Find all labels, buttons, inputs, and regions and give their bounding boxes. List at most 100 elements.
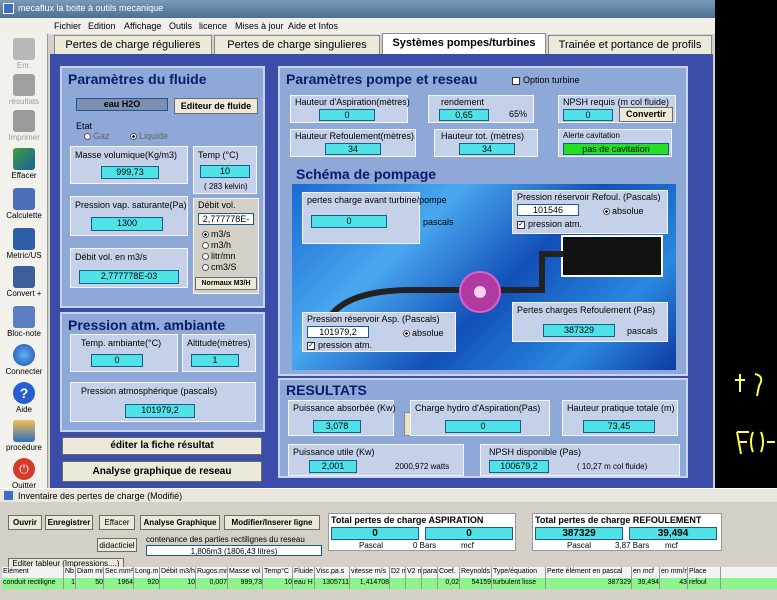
tool-aide[interactable]: ? Aide: [2, 382, 46, 414]
tool-calculette[interactable]: Calculette: [2, 188, 46, 220]
table-cell[interactable]: 39,494: [632, 578, 660, 589]
column-header[interactable]: Diam mm: [76, 567, 104, 578]
table-cell[interactable]: [406, 578, 422, 589]
liquide-radio[interactable]: Liquide: [130, 131, 168, 141]
table-row[interactable]: conduit rectiligne 1 50 1964 920 10 0,007 999,7…: [2, 578, 777, 589]
p-ref-value[interactable]: 101546: [517, 204, 579, 216]
pvap-value[interactable]: 1300: [91, 217, 163, 231]
altitude-value[interactable]: 1: [191, 354, 239, 367]
tool-print[interactable]: Imprimer: [2, 110, 46, 142]
option-turbine-checkbox[interactable]: Option turbine: [512, 75, 580, 85]
column-header[interactable]: Elément: [2, 567, 64, 578]
table-cell[interactable]: 10: [160, 578, 196, 589]
column-header[interactable]: en mcf: [632, 567, 660, 578]
table-cell[interactable]: 999,73: [228, 578, 263, 589]
convertir-button[interactable]: Convertir: [619, 107, 673, 122]
table-cell[interactable]: [390, 578, 406, 589]
column-header[interactable]: en mm/m: [660, 567, 688, 578]
table-cell[interactable]: 54159: [460, 578, 492, 589]
table-cell[interactable]: turbulent lisse: [492, 578, 546, 589]
column-header[interactable]: Masse vol: [228, 567, 263, 578]
didacticiel-button[interactable]: didacticiel: [97, 538, 137, 552]
column-header[interactable]: vitesse m/s: [350, 567, 390, 578]
tab-trainee-portance[interactable]: Trainée et portance de profils: [548, 35, 712, 54]
menu-fichier[interactable]: Fichier: [54, 21, 81, 31]
table-cell[interactable]: refoul: [688, 578, 721, 589]
p-asp-atm-checkbox[interactable]: ✓ pression atm.: [307, 340, 372, 350]
editeur-fluide-button[interactable]: Editeur de fluide: [174, 98, 258, 114]
column-header[interactable]: Nb: [64, 567, 76, 578]
analyse-graphique-inv-button[interactable]: Analyse Graphique: [140, 515, 220, 530]
p-ref-absolue[interactable]: absolue: [603, 206, 644, 216]
table-cell[interactable]: [422, 578, 438, 589]
column-header[interactable]: Coef.: [438, 567, 460, 578]
npsh-value[interactable]: 0: [563, 109, 613, 121]
gaz-radio[interactable]: Gaz: [84, 131, 110, 141]
column-header[interactable]: D2 m: [390, 567, 406, 578]
rendement-value[interactable]: 0,65: [439, 109, 489, 121]
column-header[interactable]: Place: [688, 567, 721, 578]
table-cell[interactable]: 1: [64, 578, 76, 589]
table-cell[interactable]: 1,414708: [350, 578, 390, 589]
tool-effacer[interactable]: Effacer: [2, 148, 46, 180]
table-cell[interactable]: 10: [263, 578, 293, 589]
column-header[interactable]: Visc.pa.s: [315, 567, 350, 578]
enregistrer-button[interactable]: Enregistrer: [45, 515, 93, 530]
menu-outils[interactable]: Outils: [169, 21, 192, 31]
unit-m3s[interactable]: m3/s: [202, 229, 231, 239]
p-asp-absolue[interactable]: absolue: [403, 328, 444, 338]
modifier-inserer-button[interactable]: Modifier/Inserer ligne: [224, 515, 320, 530]
column-header[interactable]: Rugos.mm: [196, 567, 228, 578]
tool-convert[interactable]: Convert +: [2, 266, 46, 298]
column-header[interactable]: Reynolds: [460, 567, 492, 578]
tool-metric-us[interactable]: Metric/US: [2, 228, 46, 260]
column-header[interactable]: para: [422, 567, 438, 578]
menu-mises-a-jour[interactable]: Mises à jour: [235, 21, 284, 31]
table-cell[interactable]: 50: [76, 578, 104, 589]
tool-procedure[interactable]: procédure: [2, 420, 46, 452]
unit-litrmn[interactable]: litr/mn: [202, 251, 236, 261]
h-asp-value[interactable]: 0: [319, 109, 375, 121]
column-header[interactable]: Type/équation: [492, 567, 546, 578]
tool-bloc-note[interactable]: Bloc-note: [2, 306, 46, 338]
effacer-button[interactable]: Effacer: [99, 515, 135, 530]
table-cell[interactable]: eau H: [293, 578, 315, 589]
column-header[interactable]: Débit m3/h: [160, 567, 196, 578]
tab-pertes-singulieres[interactable]: Pertes de charge singulieres: [214, 35, 380, 54]
tab-systemes-pompes[interactable]: Systèmes pompes/turbines: [382, 33, 546, 54]
table-cell[interactable]: 0,007: [196, 578, 228, 589]
normaux-button[interactable]: Normaux M3/H: [195, 277, 257, 290]
table-cell[interactable]: 0,02: [438, 578, 460, 589]
analyse-graphique-button[interactable]: Analyse graphique de reseau: [62, 461, 262, 482]
debit-vol-input[interactable]: 2,777778E-03: [198, 213, 254, 225]
column-header[interactable]: Long.m: [134, 567, 160, 578]
p-ref-atm-checkbox[interactable]: ✓ pression atm.: [517, 219, 582, 229]
temp-value[interactable]: 10: [200, 165, 250, 178]
ouvrir-button[interactable]: Ouvrir: [8, 515, 42, 530]
column-header[interactable]: Fluide: [293, 567, 315, 578]
tool-quitter[interactable]: ⏻ Quitter: [2, 458, 46, 490]
h-ref-value[interactable]: 34: [325, 143, 381, 155]
column-header[interactable]: Sec.mm²: [104, 567, 134, 578]
menu-affichage[interactable]: Affichage: [124, 21, 161, 31]
table-cell[interactable]: 1305711: [315, 578, 350, 589]
temp-amb-value[interactable]: 0: [91, 354, 143, 367]
masse-value[interactable]: 999,73: [101, 166, 159, 179]
tool-connecter[interactable]: Connecter: [2, 344, 46, 376]
menu-edition[interactable]: Edition: [88, 21, 116, 31]
unit-cm3s[interactable]: cm3/S: [202, 262, 237, 272]
fiche-resultat-button[interactable]: éditer la fiche résultat: [62, 437, 262, 455]
tab-pertes-regulieres[interactable]: Pertes de charge régulieres: [54, 35, 212, 54]
table-cell[interactable]: 43: [660, 578, 688, 589]
column-header[interactable]: V2 m: [406, 567, 422, 578]
menu-aide[interactable]: Aide et Infos: [288, 21, 338, 31]
table-cell[interactable]: 1964: [104, 578, 134, 589]
p-asp-value[interactable]: 101979,2: [307, 326, 369, 338]
table-cell[interactable]: conduit rectiligne: [2, 578, 64, 589]
tool-save[interactable]: Enr.: [2, 38, 46, 70]
unit-m3h[interactable]: m3/h: [202, 240, 231, 250]
table-cell[interactable]: 387329: [546, 578, 632, 589]
menu-licence[interactable]: licence: [199, 21, 227, 31]
tool-results[interactable]: résultats: [2, 74, 46, 106]
column-header[interactable]: Perte élément en pascal: [546, 567, 632, 578]
